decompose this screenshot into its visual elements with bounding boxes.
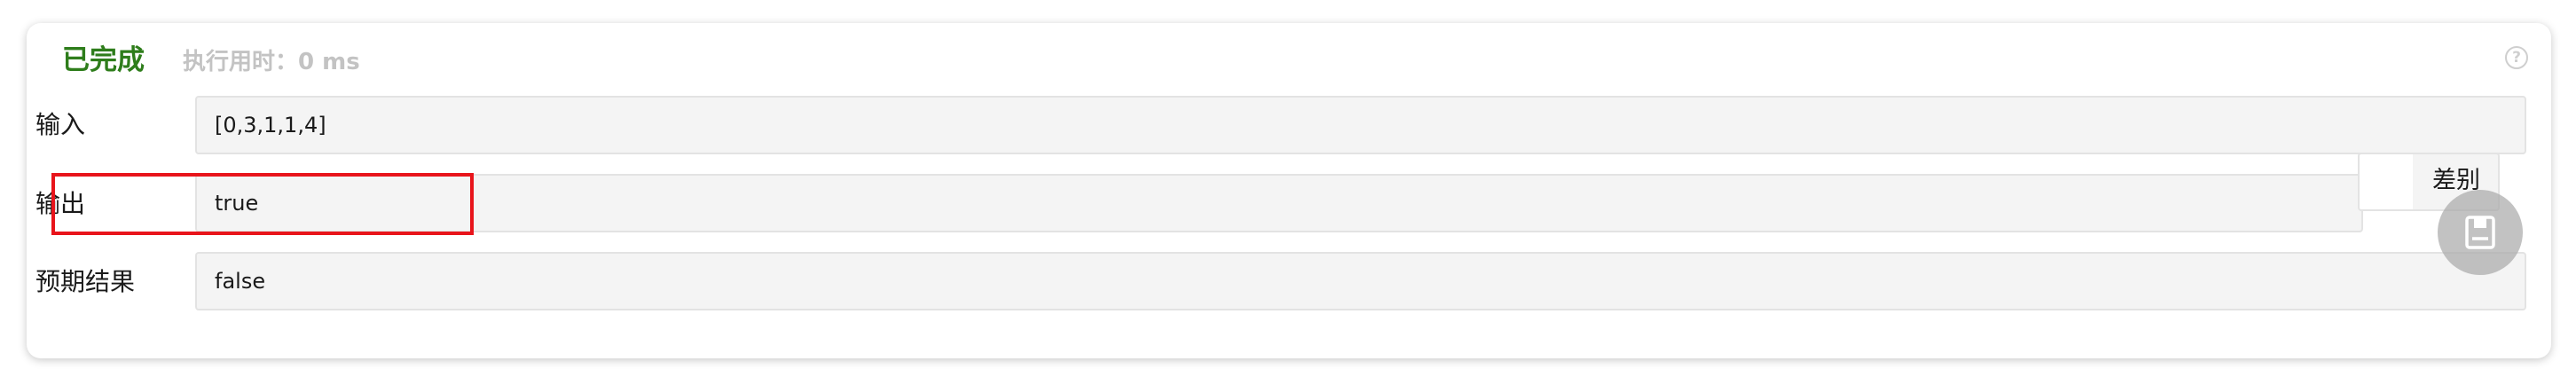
expected-field: false xyxy=(195,252,2526,310)
output-field: true xyxy=(195,174,2363,232)
help-circle-icon[interactable]: ? xyxy=(2505,46,2528,69)
output-label: 输出 xyxy=(35,189,86,218)
bookmark-icon xyxy=(2465,216,2495,249)
result-status: 已完成 xyxy=(62,44,145,76)
runtime-text: 执行用时：0 ms xyxy=(183,49,360,75)
input-field: [0,3,1,1,4] xyxy=(195,96,2526,154)
expected-label: 预期结果 xyxy=(35,267,136,296)
floating-action-button[interactable] xyxy=(2438,190,2523,275)
input-label: 输入 xyxy=(35,110,86,139)
diff-toggle[interactable] xyxy=(2358,153,2415,211)
